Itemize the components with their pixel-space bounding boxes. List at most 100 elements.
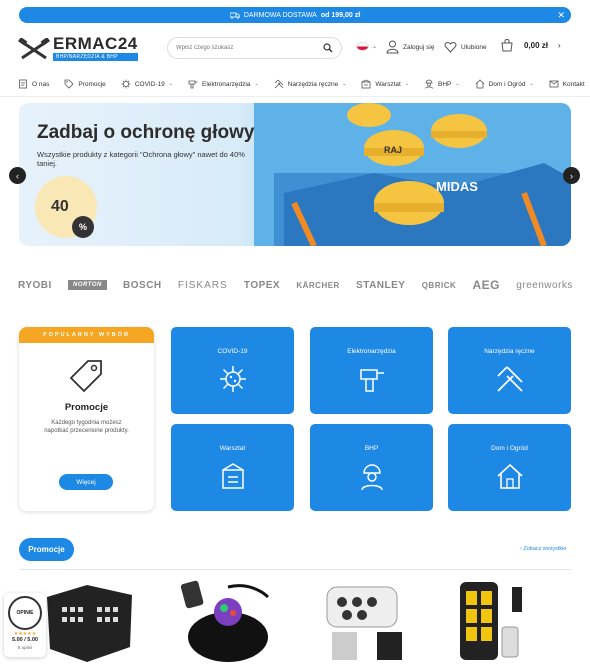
virus-icon bbox=[121, 79, 131, 89]
search-icon[interactable] bbox=[323, 43, 333, 53]
chevron-down-icon: ⌄ bbox=[168, 81, 173, 87]
nav-item-covid[interactable]: COVID-19 ⌄ bbox=[121, 79, 173, 89]
popular-choice-card: POPULARNY WYBÓR Promocje Każdego tygodni… bbox=[19, 327, 154, 511]
reviews-badge[interactable]: OPINIE ★★★★★ 5.00 / 5.00 5 opinii bbox=[4, 593, 46, 657]
promo-card-text: Każdego tygodnia możesz napotkać przecen… bbox=[44, 420, 129, 434]
category-tile-warsztat[interactable]: Warsztat bbox=[171, 424, 294, 511]
category-label: COVID-19 bbox=[217, 348, 248, 355]
brand-logo[interactable]: RYOBI bbox=[18, 280, 52, 291]
chevron-down-icon: ⌄ bbox=[404, 81, 410, 87]
product-image-led-street-lamp[interactable] bbox=[450, 577, 550, 664]
discount-value: 40 bbox=[51, 198, 69, 215]
chevron-down-icon: ⌄ bbox=[254, 81, 259, 87]
brand-logo[interactable]: NORTON bbox=[68, 280, 107, 290]
chevron-right-icon: › bbox=[570, 170, 573, 181]
hero-banner[interactable]: RAJ MIDAS Zadbaj o ochronę głowy Wszystk… bbox=[19, 103, 571, 246]
rating-score: 5.00 / 5.00 bbox=[12, 637, 38, 643]
brand-logos: RYOBI NORTON BOSCH FISKARS TOPEX KÄRCHER… bbox=[18, 278, 573, 292]
nav-item-narzedzia-reczne[interactable]: Narzędzia ręczne ⌄ bbox=[274, 79, 347, 89]
category-tile-covid[interactable]: COVID-19 bbox=[171, 327, 294, 414]
worker-icon bbox=[361, 464, 383, 491]
logo-tagline: BHP/NARZĘDZIA & BHP bbox=[53, 53, 138, 61]
see-all-link[interactable]: › Zobacz wszystkie bbox=[520, 546, 566, 552]
nav-item-o-nas[interactable]: O nas bbox=[18, 79, 49, 89]
brand-logo[interactable]: QBRICK bbox=[422, 281, 457, 290]
category-label: BHP bbox=[364, 445, 379, 452]
product-image-disco-projector[interactable] bbox=[178, 577, 278, 664]
chevron-left-icon: ‹ bbox=[16, 170, 19, 181]
favorites-label: Ulubione bbox=[461, 43, 487, 51]
logo-hammers-icon bbox=[18, 37, 50, 59]
nav-label: Warsztat bbox=[375, 80, 401, 88]
promo-card-title: Promocje bbox=[64, 402, 109, 413]
tools-icon bbox=[274, 79, 283, 89]
reviews-badge-seal: OPINIE bbox=[8, 596, 42, 630]
category-label: Warsztat bbox=[219, 445, 246, 452]
product-image-solar-lamp[interactable] bbox=[42, 577, 142, 664]
house-icon bbox=[497, 463, 523, 489]
percent-sign: % bbox=[72, 216, 94, 238]
tag-icon bbox=[64, 79, 74, 89]
nav-item-bhp[interactable]: BHP ⌄ bbox=[424, 79, 460, 89]
more-button[interactable]: Więcej bbox=[59, 474, 113, 490]
divider bbox=[19, 569, 571, 570]
workshop-icon bbox=[362, 79, 371, 89]
category-label: Dom i Ogród bbox=[491, 445, 528, 452]
carousel-prev-button[interactable]: ‹ bbox=[9, 167, 26, 184]
chevron-right-icon: › bbox=[558, 40, 561, 50]
cart-button[interactable]: 0,00 zł › bbox=[500, 38, 561, 52]
category-tile-dom-i-ogrod[interactable]: Dom i Ogród bbox=[448, 424, 571, 511]
brand-logo[interactable]: KÄRCHER bbox=[296, 281, 340, 290]
rating-count: 5 opinii bbox=[17, 645, 33, 650]
category-tile-elektronarzedzia[interactable]: Elektronarzędzia bbox=[310, 327, 433, 414]
drill-icon bbox=[360, 369, 384, 392]
carousel-next-button[interactable]: › bbox=[563, 167, 580, 184]
language-selector[interactable]: ⌄ bbox=[356, 42, 377, 51]
category-tile-narzedzia-reczne[interactable]: Narzędzia ręczne bbox=[448, 327, 571, 414]
favorites-link[interactable]: Ulubione bbox=[444, 40, 487, 54]
free-shipping-text: DARMOWA DOSTAWA bbox=[243, 11, 317, 19]
login-link[interactable]: Zaloguj się bbox=[386, 40, 434, 54]
search-input[interactable] bbox=[176, 45, 323, 51]
nav-item-promocje[interactable]: Promocje bbox=[64, 79, 106, 89]
chevron-down-icon: ⌄ bbox=[529, 81, 534, 87]
worker-icon bbox=[425, 79, 433, 89]
close-icon[interactable]: ✕ bbox=[557, 9, 565, 21]
truck-icon bbox=[229, 12, 240, 19]
popular-ribbon: POPULARNY WYBÓR bbox=[19, 327, 154, 343]
nav-item-dom-i-ogrod[interactable]: Dom i Ogród ⌄ bbox=[475, 79, 534, 89]
nav-label: Promocje bbox=[78, 80, 106, 88]
chevron-down-icon: ⌄ bbox=[455, 81, 460, 87]
workshop-icon bbox=[222, 463, 244, 489]
category-label: Elektronarzędzia bbox=[347, 348, 396, 355]
nav-label: O nas bbox=[32, 80, 50, 88]
discount-badge: 40 % bbox=[35, 176, 97, 238]
brand-logo[interactable]: greenworks bbox=[516, 280, 573, 291]
nav-item-elektronarzedzia[interactable]: Elektronarzędzia ⌄ bbox=[188, 79, 259, 89]
workers-helmets-image: RAJ MIDAS bbox=[254, 103, 571, 246]
free-shipping-bar: DARMOWA DOSTAWA od 199,00 zł ✕ bbox=[19, 7, 571, 23]
contact-icon bbox=[549, 80, 559, 88]
brand-logo[interactable]: BOSCH bbox=[123, 280, 162, 291]
nav-label: Dom i Ogród bbox=[488, 80, 526, 88]
chevron-down-icon: ⌄ bbox=[342, 81, 347, 87]
free-shipping-amount: od 199,00 zł bbox=[320, 11, 361, 19]
nav-label: Narzędzia ręczne bbox=[287, 80, 339, 88]
category-tile-bhp[interactable]: BHP bbox=[310, 424, 433, 511]
user-icon bbox=[386, 40, 399, 54]
product-image-security-light[interactable] bbox=[312, 577, 412, 664]
chevron-down-icon: ⌄ bbox=[372, 44, 378, 50]
price-tag-icon bbox=[69, 360, 102, 393]
section-promocje-button[interactable]: Promocje bbox=[19, 538, 74, 561]
nav-label: Elektronarzędzia bbox=[202, 80, 251, 88]
brand-logo[interactable]: TOPEX bbox=[244, 280, 280, 291]
nav-item-warsztat[interactable]: Warsztat ⌄ bbox=[361, 79, 409, 89]
nav-item-kontakt[interactable]: Kontakt bbox=[549, 79, 585, 89]
brand-logo[interactable]: FISKARS bbox=[178, 280, 228, 291]
logo[interactable]: ERMAC24 BHP/NARZĘDZIA & BHP bbox=[18, 35, 138, 61]
brand-logo[interactable]: STANLEY bbox=[356, 280, 405, 291]
poland-flag-icon bbox=[356, 42, 369, 51]
nav-label: BHP bbox=[438, 80, 452, 88]
search-box bbox=[167, 37, 342, 59]
brand-logo[interactable]: AEG bbox=[472, 278, 500, 292]
